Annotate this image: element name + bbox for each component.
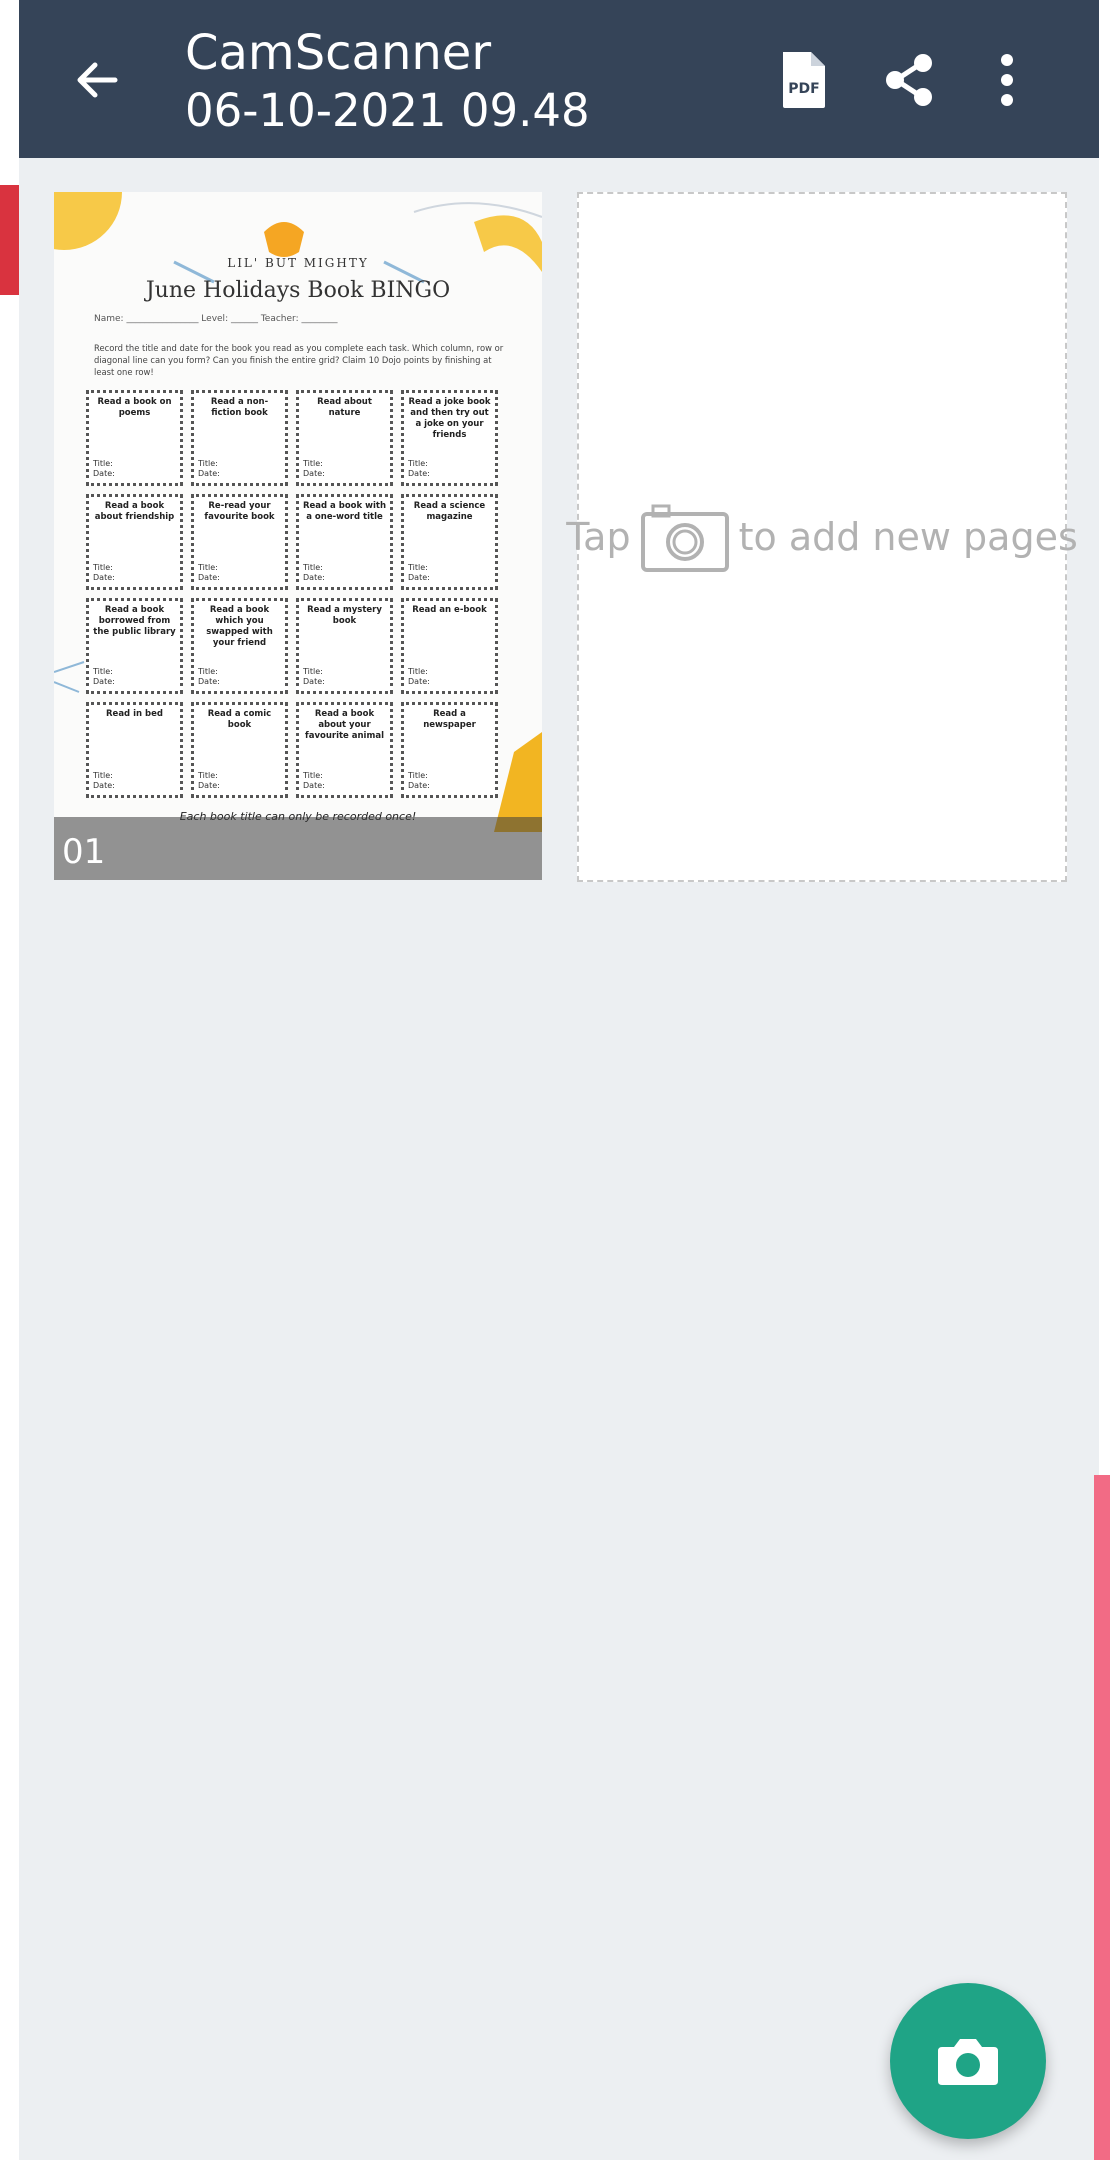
bingo-cell: Read about nature Title: Date: [296,390,393,486]
document-fields: Name: ________________ Level: ______ Tea… [94,314,338,324]
camera-fab-button[interactable] [890,1983,1046,2139]
document-date: 06-10-2021 09.48 [185,84,590,137]
more-options-button[interactable] [977,50,1037,110]
add-page-tile[interactable]: Tap to add new pages [566,192,1078,882]
app-title: CamScanner [185,25,492,81]
bingo-cell: Read in bed Title: Date: [86,702,183,798]
bingo-cell: Read a book on poems Title: Date: [86,390,183,486]
bingo-cell: Read a book about friendship Title: Date: [86,494,183,590]
page-number: 01 [62,832,106,872]
pdf-icon-text: PDF [788,81,819,97]
document-brand: LIL' BUT MIGHTY [227,256,369,270]
bingo-cell: Read a book about your favourite animal T… [296,702,393,798]
bingo-cell: Re-read your favourite book Title: Date: [191,494,288,590]
bingo-cell: Read a mystery book Title: Date: [296,598,393,694]
bingo-grid: Read a book on poems Title: Date: Read a … [86,390,506,808]
bingo-cell: Read a book borrowed from the public lib… [86,598,183,694]
more-vertical-icon [1001,54,1013,106]
pdf-file-icon: PDF [783,52,825,108]
bingo-cell: Read an e-book Title: Date: [401,598,498,694]
share-icon [886,54,932,106]
add-page-prefix: Tap [566,515,631,559]
page-thumbnail[interactable]: LIL' BUT MIGHTY June Holidays Book BINGO… [54,192,542,880]
arrow-left-icon [77,62,118,98]
bingo-cell: Read a science magazine Title: Date: [401,494,498,590]
app-window: CamScanner 06-10-2021 09.48 PDF LIL' BUT… [19,0,1099,2160]
edge-decoration-left [0,185,20,295]
document-instructions: Record the title and date for the book y… [94,343,504,377]
bingo-cell: Read a book which you swapped with your … [191,598,288,694]
camera-outline-icon [640,504,729,572]
camera-icon [938,2039,998,2085]
bingo-cell: Read a book with a one-word title Title: … [296,494,393,590]
bingo-cell: Read a newspaper Title: Date: [401,702,498,798]
bingo-cell: Read a joke book and then try out a joke… [401,390,498,486]
document-heading: June Holidays Book BINGO [145,278,451,303]
top-app-bar: CamScanner 06-10-2021 09.48 PDF [19,0,1099,158]
share-button[interactable] [879,50,939,110]
add-page-hint: Tap to add new pages [566,500,1078,574]
add-page-suffix: to add new pages [738,515,1078,559]
document-title[interactable]: CamScanner 06-10-2021 09.48 [185,24,590,140]
page-number-bar: 01 [54,817,542,880]
back-button[interactable] [69,52,125,108]
bingo-cell: Read a comic book Title: Date: [191,702,288,798]
pdf-button[interactable]: PDF [774,50,834,110]
bingo-cell: Read a non-fiction book Title: Date: [191,390,288,486]
edge-decoration-right [1094,1475,1110,2160]
